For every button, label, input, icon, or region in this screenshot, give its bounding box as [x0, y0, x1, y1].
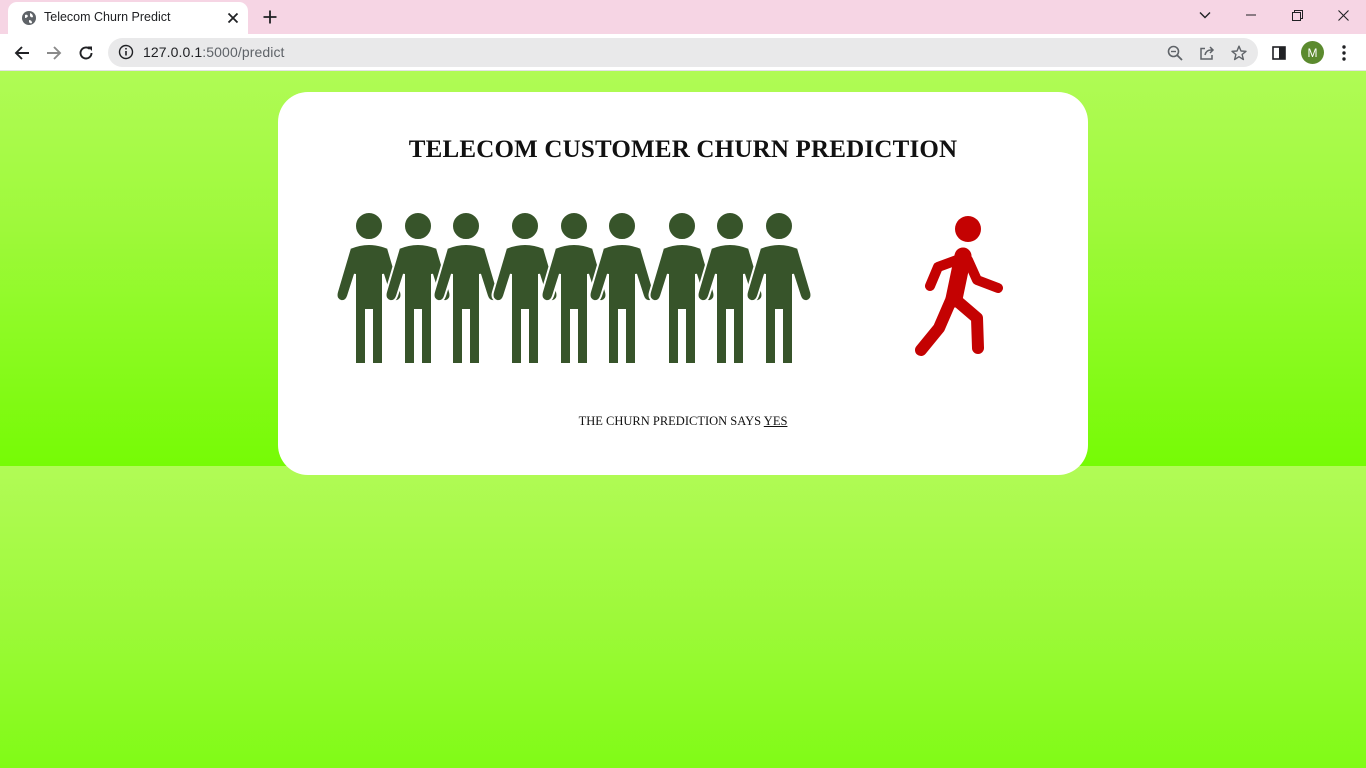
tab-title: Telecom Churn Predict: [44, 10, 171, 24]
prediction-card: TELECOM CUSTOMER CHURN PREDICTION THE CH…: [278, 92, 1088, 475]
browser-tab-strip: Telecom Churn Predict: [0, 0, 1366, 34]
people-group-icon: [335, 212, 813, 365]
person-figure: [745, 212, 813, 365]
background-bottom: [0, 466, 1366, 768]
browser-toolbar: 127.0.0.1:5000/predict M: [0, 34, 1366, 71]
minimize-icon[interactable]: [1228, 0, 1274, 30]
kebab-menu-icon[interactable]: [1333, 42, 1355, 64]
chevron-down-icon[interactable]: [1182, 0, 1228, 30]
result-value: YES: [763, 414, 788, 428]
info-icon[interactable]: [118, 44, 134, 60]
running-person-icon: [915, 216, 1003, 356]
browser-tab[interactable]: Telecom Churn Predict: [8, 2, 248, 34]
plus-icon[interactable]: [259, 6, 281, 28]
person-figure: [588, 212, 656, 365]
arrow-right-icon[interactable]: [41, 40, 67, 66]
share-icon[interactable]: [1197, 43, 1217, 63]
avatar[interactable]: M: [1301, 41, 1324, 64]
zoom-out-icon[interactable]: [1165, 43, 1185, 63]
prediction-result: THE CHURN PREDICTION SAYS YES: [278, 414, 1088, 429]
url-host: 127.0.0.1: [143, 44, 203, 60]
close-icon[interactable]: [224, 9, 242, 27]
page-title: TELECOM CUSTOMER CHURN PREDICTION: [408, 136, 958, 163]
url-text: 127.0.0.1:5000/predict: [143, 44, 285, 60]
reload-icon[interactable]: [73, 40, 99, 66]
star-icon[interactable]: [1229, 43, 1249, 63]
window-close-icon[interactable]: [1320, 0, 1366, 30]
restore-icon[interactable]: [1274, 0, 1320, 30]
address-bar[interactable]: 127.0.0.1:5000/predict: [108, 38, 1258, 67]
url-path: :5000/predict: [202, 44, 285, 60]
page-viewport: TELECOM CUSTOMER CHURN PREDICTION THE CH…: [0, 71, 1366, 768]
arrow-left-icon[interactable]: [9, 40, 35, 66]
person-figure: [432, 212, 500, 365]
globe-icon: [21, 10, 37, 26]
side-panel-icon[interactable]: [1268, 42, 1290, 64]
result-prefix: THE CHURN PREDICTION SAYS: [578, 414, 762, 428]
